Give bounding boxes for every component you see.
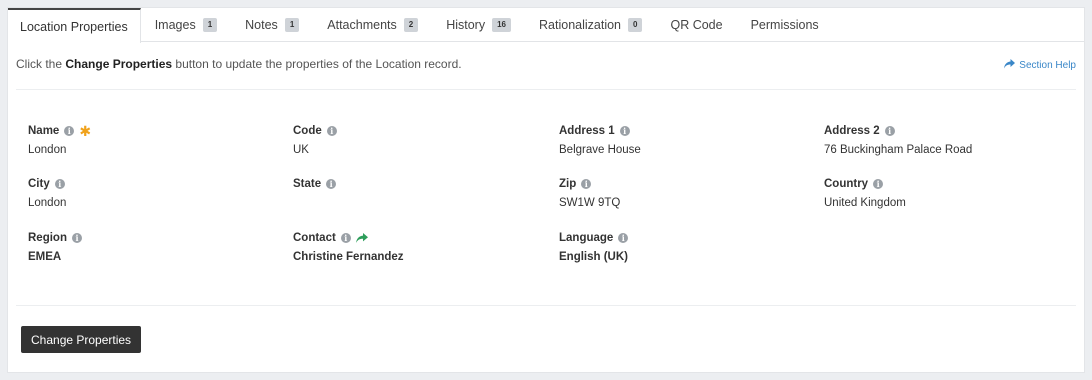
field-label: Name: [28, 125, 60, 137]
field-value: [293, 197, 543, 211]
info-icon[interactable]: i: [884, 126, 895, 136]
tab-notes[interactable]: Notes 1: [231, 8, 313, 42]
field-label: Region: [28, 232, 67, 244]
field-label: City: [28, 178, 50, 190]
field-address-2: Address 2 i 76 Buckingham Palace Road: [824, 124, 1074, 158]
info-icon[interactable]: i: [54, 179, 65, 189]
info-icon[interactable]: i: [618, 233, 629, 243]
field-value: SW1W 9TQ: [559, 197, 621, 209]
count-badge: 1: [284, 18, 300, 32]
share-arrow-icon[interactable]: [355, 233, 368, 243]
count-badge: 0: [628, 18, 643, 32]
field-label: Address 1: [559, 125, 615, 137]
instruction-suffix: button to update the properties of the L…: [175, 57, 462, 71]
field-contact: Contact i Christine Fernandez: [293, 231, 543, 265]
count-badge: 16: [492, 18, 512, 32]
field-address-1: Address 1 i Belgrave House: [559, 124, 809, 158]
field-city: City i London: [28, 177, 278, 211]
info-icon[interactable]: i: [340, 233, 351, 243]
tab-attachments[interactable]: Attachments 2: [313, 8, 432, 42]
tab-permissions[interactable]: Permissions: [737, 8, 833, 42]
section-help-link[interactable]: Section Help: [1004, 59, 1076, 72]
tab-label: Notes: [245, 18, 278, 32]
field-label: Country: [824, 178, 869, 190]
share-icon: [1004, 59, 1016, 72]
field-label: Address 2: [824, 125, 880, 137]
count-badge: 2: [403, 18, 419, 32]
tab-history[interactable]: History 16: [432, 8, 525, 42]
required-asterisk-icon: ✱: [79, 123, 92, 139]
location-properties-panel: Location Properties Images 1 Notes 1 Att…: [7, 7, 1085, 373]
info-icon[interactable]: i: [71, 233, 82, 243]
tab-label: Attachments: [327, 18, 397, 32]
field-value: United Kingdom: [824, 197, 906, 209]
field-name: Name i ✱ London: [28, 124, 278, 158]
tab-rationalization[interactable]: Rationalization 0: [525, 8, 656, 42]
field-label: Code: [293, 125, 322, 137]
field-label: Language: [559, 232, 614, 244]
tab-label: Images: [154, 18, 196, 32]
field-label: Zip: [559, 178, 577, 190]
info-icon[interactable]: i: [64, 126, 75, 136]
info-icon[interactable]: i: [326, 179, 337, 189]
change-properties-button[interactable]: Change Properties: [21, 326, 142, 353]
field-value: Belgrave House: [559, 144, 641, 156]
field-label: Contact: [293, 232, 336, 244]
field-value: EMEA: [28, 251, 62, 263]
tab-qr-code[interactable]: QR Code: [656, 8, 736, 42]
field-value: London: [28, 144, 67, 156]
tab-label: Rationalization: [539, 18, 622, 32]
field-state: State i: [293, 177, 543, 211]
field-value: London: [28, 197, 67, 209]
divider: [16, 305, 1076, 306]
instruction-button-name: Change Properties: [65, 57, 173, 71]
field-region: Region i EMEA: [28, 231, 278, 265]
info-icon[interactable]: i: [581, 179, 592, 189]
field-value: English (UK): [559, 251, 628, 263]
field-language: Language i English (UK): [559, 231, 809, 265]
tab-location-properties[interactable]: Location Properties: [8, 8, 141, 43]
tab-label: QR Code: [670, 18, 723, 32]
section-help-label: Section Help: [1019, 60, 1076, 71]
count-badge: 1: [202, 18, 218, 32]
info-icon[interactable]: i: [619, 126, 630, 136]
field-label: State: [293, 178, 322, 190]
info-icon[interactable]: i: [873, 179, 884, 189]
field-code: Code i UK: [293, 124, 543, 158]
field-value: UK: [293, 144, 309, 156]
tab-label: Permissions: [750, 18, 819, 32]
tab-bar: Location Properties Images 1 Notes 1 Att…: [8, 8, 1084, 43]
field-zip: Zip i SW1W 9TQ: [559, 177, 809, 211]
instruction-text: Click the Change Properties button to up…: [16, 57, 462, 71]
divider: [16, 89, 1076, 90]
field-value[interactable]: Christine Fernandez: [293, 251, 543, 265]
instruction-prefix: Click the: [16, 57, 63, 71]
tab-images[interactable]: Images 1: [141, 8, 231, 42]
field-value: 76 Buckingham Palace Road: [824, 144, 973, 156]
tab-label: History: [446, 18, 486, 32]
field-country: Country i United Kingdom: [824, 177, 1074, 211]
tab-label: Location Properties: [20, 19, 128, 34]
info-icon[interactable]: i: [326, 126, 337, 136]
